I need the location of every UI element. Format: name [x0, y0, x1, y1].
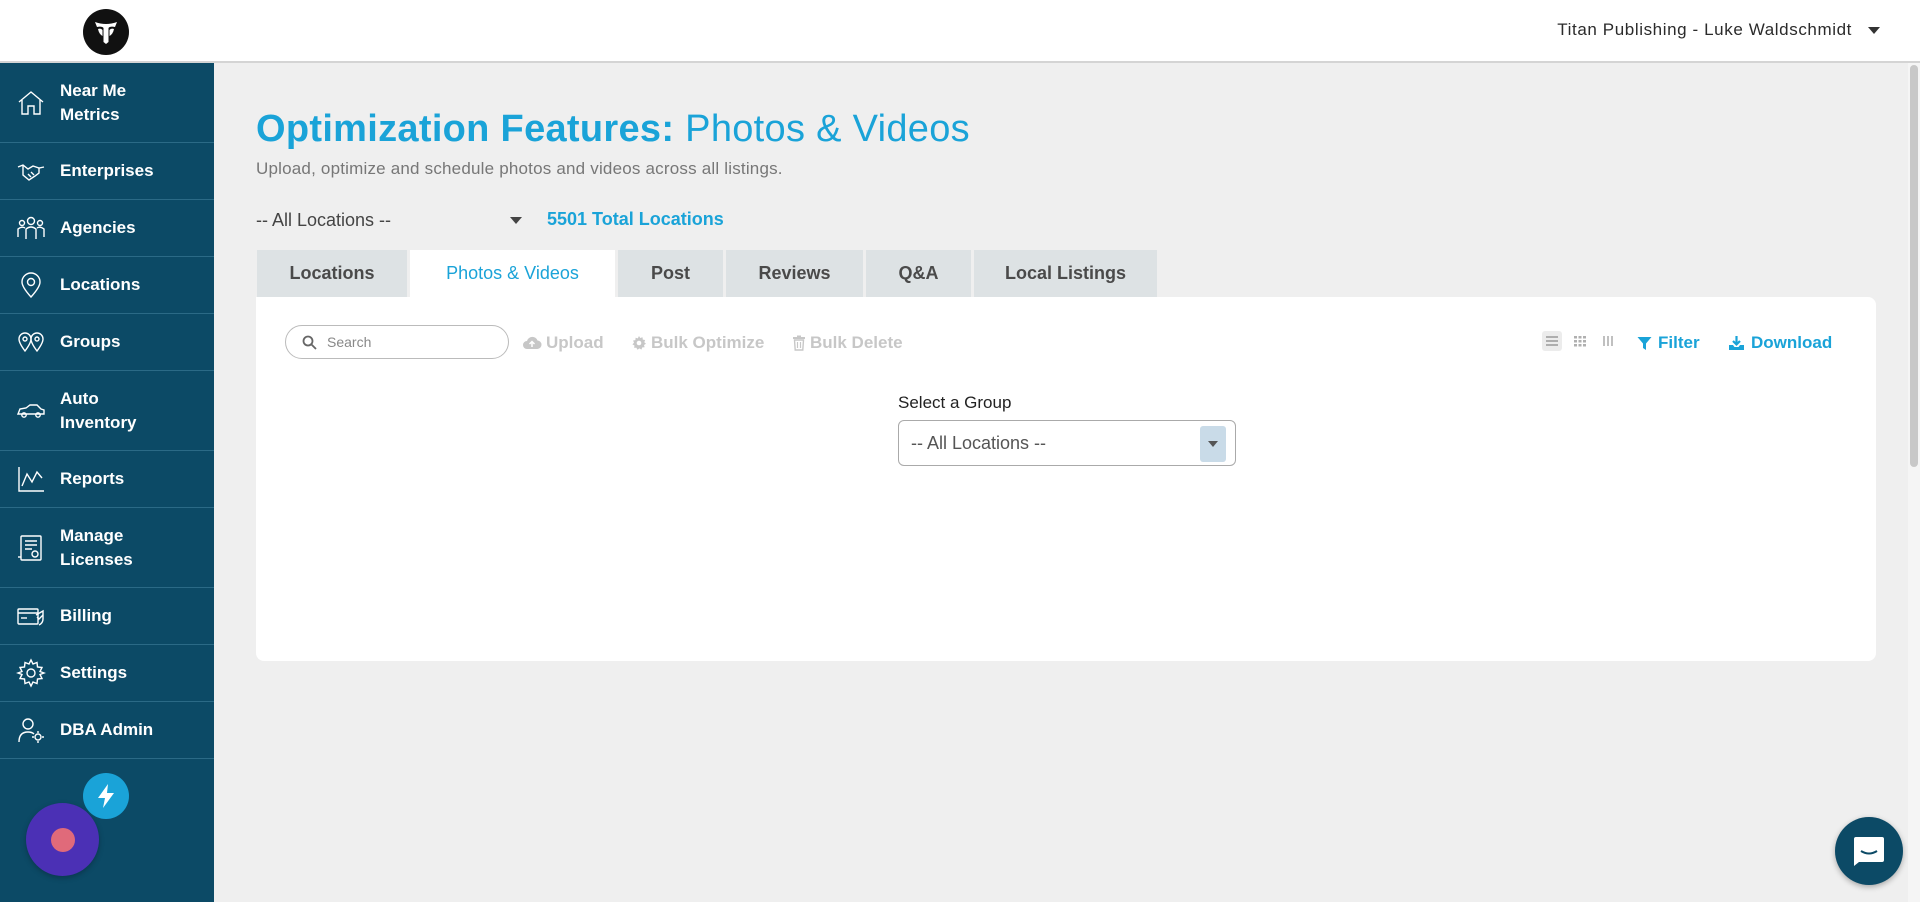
bulk-delete-label: Bulk Delete — [810, 333, 903, 352]
tab-locations[interactable]: Locations — [257, 250, 407, 297]
upload-button[interactable]: Upload — [522, 333, 604, 353]
sidebar-item-label: Agencies — [60, 218, 136, 237]
sidebar-item-label: Locations — [60, 275, 141, 294]
tab-post[interactable]: Post — [618, 250, 723, 297]
handshake-icon — [17, 164, 45, 181]
sidebar-item-label: Reports — [60, 469, 125, 488]
titan-logo-icon[interactable] — [83, 9, 129, 55]
column-view-icon[interactable] — [1598, 331, 1618, 351]
sidebar-item-locations[interactable]: Locations — [0, 257, 214, 314]
top-bar: Titan Publishing - Luke Waldschmidt — [0, 0, 1920, 63]
list-view-icon[interactable] — [1542, 331, 1562, 351]
sidebar-item-label: DBA Admin — [60, 720, 154, 739]
tab-local-listings[interactable]: Local Listings — [974, 250, 1157, 297]
sidebar-item-label: Manage Licenses — [60, 525, 133, 569]
record-button[interactable] — [26, 803, 99, 876]
location-select[interactable]: -- All Locations -- — [256, 206, 522, 234]
feature-tabs: Locations Photos & Videos Post Reviews Q… — [257, 250, 1157, 297]
sidebar-item-label: Groups — [60, 332, 121, 351]
gear-icon — [16, 658, 46, 688]
bulk-delete-button[interactable]: Bulk Delete — [792, 333, 903, 353]
user-gear-icon — [18, 718, 44, 743]
chevron-down-icon — [1868, 26, 1880, 34]
tab-photos-videos[interactable]: Photos & Videos — [410, 250, 615, 297]
lightning-bolt-icon[interactable] — [83, 773, 129, 819]
record-dot-icon — [50, 827, 75, 852]
download-button[interactable]: Download — [1728, 333, 1832, 353]
sidebar-item-label: Settings — [60, 663, 128, 682]
sidebar-item-billing[interactable]: Billing — [0, 588, 214, 645]
group-select[interactable]: -- All Locations -- — [898, 420, 1236, 466]
page-subtitle: Upload, optimize and schedule photos and… — [256, 159, 783, 178]
search-icon — [302, 335, 317, 350]
tab-qa[interactable]: Q&A — [866, 250, 971, 297]
search-box — [285, 325, 509, 359]
cloud-upload-icon — [523, 336, 542, 350]
chevron-down-icon — [1200, 426, 1226, 462]
chat-bubble-icon — [1854, 837, 1884, 866]
group-select-label: Select a Group — [898, 393, 1012, 412]
sidebar-item-enterprises[interactable]: Enterprises — [0, 143, 214, 200]
page-scrollbar[interactable] — [1908, 63, 1920, 902]
filter-icon — [1637, 336, 1652, 350]
account-menu[interactable]: Titan Publishing - Luke Waldschmidt — [1557, 20, 1880, 40]
sidebar-item-auto-inventory[interactable]: Auto Inventory — [0, 371, 214, 451]
bulk-optimize-label: Bulk Optimize — [651, 333, 765, 352]
billing-card-icon — [17, 608, 44, 626]
sidebar-item-dba-admin[interactable]: DBA Admin — [0, 702, 214, 759]
content-panel: Upload Bulk Optimize Bulk Delete Filter … — [256, 297, 1876, 661]
page-title-bold: Optimization Features: — [256, 108, 675, 150]
multi-pin-icon — [18, 332, 44, 353]
sidebar-item-agencies[interactable]: Agencies — [0, 200, 214, 257]
scrollbar-thumb[interactable] — [1910, 65, 1918, 467]
sidebar-item-label: Auto Inventory — [60, 388, 137, 432]
sidebar-item-label: Billing — [60, 606, 112, 625]
total-locations-link[interactable]: 5501 Total Locations — [547, 209, 724, 230]
account-label: Titan Publishing - Luke Waldschmidt — [1557, 20, 1852, 39]
sidebar-item-label: Enterprises — [60, 161, 154, 180]
sidebar-item-label: Near Me Metrics — [60, 80, 127, 124]
grid-view-icon[interactable] — [1570, 331, 1590, 351]
sidebar-item-reports[interactable]: Reports — [0, 451, 214, 508]
view-toggles — [1542, 331, 1618, 351]
upload-label: Upload — [546, 333, 604, 352]
people-group-icon — [17, 216, 45, 239]
download-label: Download — [1751, 333, 1833, 352]
trash-icon — [793, 335, 805, 351]
line-chart-icon — [18, 467, 44, 492]
bulk-optimize-button[interactable]: Bulk Optimize — [631, 333, 764, 353]
sidebar-item-groups[interactable]: Groups — [0, 314, 214, 371]
sidebar-item-settings[interactable]: Settings — [0, 645, 214, 702]
filter-button[interactable]: Filter — [1637, 333, 1700, 353]
license-document-icon — [18, 534, 42, 561]
sidebar-item-manage-licenses[interactable]: Manage Licenses — [0, 508, 214, 588]
gear-icon — [632, 336, 646, 350]
chevron-down-icon — [510, 216, 522, 224]
map-pin-icon — [21, 272, 41, 299]
page-title-light: Photos & Videos — [685, 108, 970, 150]
chat-button[interactable] — [1835, 817, 1903, 885]
sidebar-item-near-me-metrics[interactable]: Near Me Metrics — [0, 63, 214, 143]
page-title: Optimization Features: Photos & Videos — [256, 108, 970, 151]
group-select-value: -- All Locations -- — [911, 432, 1047, 453]
tab-reviews[interactable]: Reviews — [726, 250, 863, 297]
download-icon — [1729, 336, 1744, 350]
home-icon — [18, 90, 44, 115]
search-input[interactable] — [327, 334, 497, 350]
filter-label: Filter — [1658, 333, 1700, 352]
location-select-value: -- All Locations -- — [256, 209, 392, 230]
car-icon — [16, 403, 45, 418]
